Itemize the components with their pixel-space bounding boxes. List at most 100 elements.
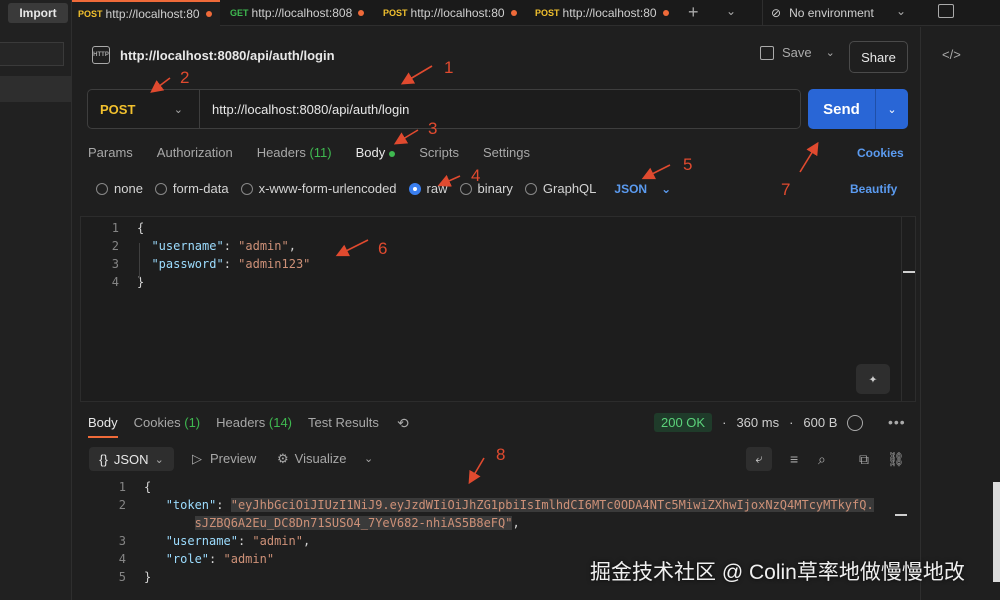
visualize-button[interactable]: ⚙ Visualize bbox=[277, 451, 346, 467]
tab-method: POST bbox=[78, 9, 103, 19]
line-number: 4 bbox=[118, 552, 126, 566]
radio-form-data[interactable]: form-data bbox=[154, 181, 229, 196]
unsaved-dot-icon bbox=[510, 10, 517, 16]
radio-circle bbox=[154, 182, 167, 195]
radio-label: form-data bbox=[172, 181, 229, 196]
radio-urlencoded[interactable]: x-www-form-urlencoded bbox=[240, 181, 397, 196]
environment-quick-look-icon[interactable] bbox=[938, 4, 954, 18]
send-options-chevron-icon[interactable]: ⌄ bbox=[876, 89, 908, 129]
beautify-button[interactable]: Beautify bbox=[850, 182, 897, 196]
visualize-label: Visualize bbox=[294, 451, 347, 466]
watermark: 掘金技术社区 @ Colin草率地做慢慢地改 bbox=[590, 561, 965, 584]
status-badge[interactable]: 200 OK bbox=[654, 413, 713, 432]
response-tab-headers-label: Headers bbox=[216, 415, 266, 430]
tab-headers-label: Headers bbox=[256, 145, 306, 160]
save-icon bbox=[760, 45, 774, 60]
request-name[interactable]: http://localhost:8080/api/auth/login bbox=[120, 48, 335, 63]
annotation-number: 6 bbox=[378, 239, 388, 258]
braces-icon: {} bbox=[99, 451, 108, 467]
save-chevron-icon[interactable]: ⌄ bbox=[826, 46, 835, 59]
request-body-editor[interactable]: 1{ 2 "username": "admin", 3 "password": … bbox=[80, 216, 916, 402]
response-tab-test-results[interactable]: Test Results bbox=[308, 415, 379, 438]
ai-assist-icon[interactable]: ✦ bbox=[856, 364, 890, 394]
scroll-position-marker bbox=[903, 271, 915, 273]
environment-chevron-icon[interactable]: ⌄ bbox=[896, 4, 906, 18]
tab-request-2[interactable]: GET http://localhost:808 bbox=[224, 0, 372, 26]
line-number: 1 bbox=[118, 480, 126, 494]
send-button[interactable]: Send bbox=[808, 89, 876, 129]
radio-circle bbox=[240, 182, 253, 195]
preview-button[interactable]: ▷ Preview bbox=[192, 451, 256, 467]
editor-scrollbar[interactable] bbox=[901, 217, 902, 401]
cookies-link[interactable]: Cookies bbox=[857, 146, 904, 160]
filter-icon[interactable]: ≡ bbox=[790, 451, 798, 467]
radio-none[interactable]: none bbox=[96, 181, 143, 196]
right-edge-strip bbox=[993, 482, 1000, 582]
line-number: 3 bbox=[118, 534, 126, 548]
json-key: "token" bbox=[165, 498, 217, 512]
sidebar-search-input[interactable] bbox=[0, 42, 64, 66]
environment-selector[interactable]: ⊘ No environment bbox=[762, 0, 912, 26]
history-icon[interactable]: ⟲ bbox=[397, 415, 409, 432]
code-line: 5} bbox=[88, 568, 151, 586]
wrap-lines-icon[interactable]: ⤶ bbox=[746, 447, 772, 471]
unsaved-dot-icon bbox=[205, 11, 212, 17]
response-tab-cookies[interactable]: Cookies (1) bbox=[134, 415, 200, 438]
radio-binary[interactable]: binary bbox=[459, 181, 513, 196]
code-text: { bbox=[144, 480, 152, 494]
code-line: sJZBQ6A2Eu_DC8Dn71SUSO4_7YeV682-nhiAS5B8… bbox=[194, 516, 520, 530]
radio-graphql[interactable]: GraphQL bbox=[524, 181, 596, 196]
unsaved-dot-icon bbox=[662, 10, 669, 16]
tab-request-1[interactable]: POST http://localhost:80 bbox=[72, 0, 220, 26]
tab-request-3[interactable]: POST http://localhost:80 bbox=[377, 0, 525, 26]
radio-circle-checked bbox=[408, 182, 421, 195]
tab-method: POST bbox=[383, 8, 408, 18]
code-text: } bbox=[144, 570, 152, 584]
share-button[interactable]: Share bbox=[849, 41, 908, 73]
json-key: "password" bbox=[151, 257, 224, 271]
json-value: "admin" bbox=[252, 534, 303, 548]
response-size[interactable]: 600 B bbox=[803, 415, 837, 430]
radio-label: binary bbox=[477, 181, 513, 196]
copy-icon[interactable]: ⧉ bbox=[859, 451, 869, 468]
response-format-select[interactable]: {} JSON ⌄ bbox=[89, 447, 174, 471]
raw-format-select[interactable]: JSON ⌄ bbox=[614, 182, 671, 196]
environment-label: No environment bbox=[789, 6, 874, 20]
link-icon[interactable]: ⛓ bbox=[887, 451, 905, 468]
code-snippet-icon[interactable]: </> bbox=[942, 47, 961, 62]
scroll-position-marker bbox=[895, 514, 907, 516]
response-tab-body[interactable]: Body bbox=[88, 415, 118, 438]
tab-params[interactable]: Params bbox=[88, 145, 133, 160]
tab-authorization[interactable]: Authorization bbox=[157, 145, 233, 160]
tab-body-label: Body bbox=[355, 145, 386, 160]
annotation-arrow-8 bbox=[468, 457, 485, 485]
annotation-number: 2 bbox=[180, 68, 190, 87]
url-input[interactable] bbox=[200, 101, 780, 117]
radio-label: x-www-form-urlencoded bbox=[258, 181, 397, 196]
request-tab-bar: POST http://localhost:80 GET http://loca… bbox=[72, 0, 1000, 26]
more-options-icon[interactable]: ••• bbox=[888, 414, 906, 430]
tab-headers[interactable]: Headers (11) bbox=[257, 145, 332, 160]
tab-scripts[interactable]: Scripts bbox=[419, 145, 459, 160]
response-tab-headers[interactable]: Headers (14) bbox=[216, 415, 292, 438]
json-value: "admin123" bbox=[238, 257, 311, 271]
tab-list-chevron-icon[interactable]: ⌄ bbox=[726, 4, 736, 18]
tab-request-4[interactable]: POST http://localhost:80 bbox=[529, 0, 677, 26]
tab-settings[interactable]: Settings bbox=[483, 145, 530, 160]
tab-body[interactable]: Body bbox=[356, 145, 396, 160]
globe-icon[interactable] bbox=[847, 414, 864, 431]
add-tab-icon[interactable]: + bbox=[688, 2, 699, 23]
annotation-number: 3 bbox=[428, 119, 438, 138]
line-number: 2 bbox=[118, 498, 126, 512]
response-time[interactable]: 360 ms bbox=[736, 415, 779, 430]
request-title: HTTP http://localhost:8080/api/auth/logi… bbox=[92, 46, 335, 64]
annotation-number: 7 bbox=[781, 180, 791, 199]
radio-raw[interactable]: raw bbox=[408, 181, 448, 196]
import-button[interactable]: Import bbox=[8, 3, 68, 23]
search-icon[interactable]: ⌕ bbox=[818, 451, 826, 468]
preview-label: Preview bbox=[210, 451, 257, 466]
save-button[interactable]: Save ⌄ bbox=[760, 45, 835, 60]
sidebar-selected-item[interactable] bbox=[0, 76, 72, 102]
visualize-chevron-icon[interactable]: ⌄ bbox=[364, 452, 373, 465]
method-select[interactable]: POST ⌄ bbox=[88, 90, 200, 128]
